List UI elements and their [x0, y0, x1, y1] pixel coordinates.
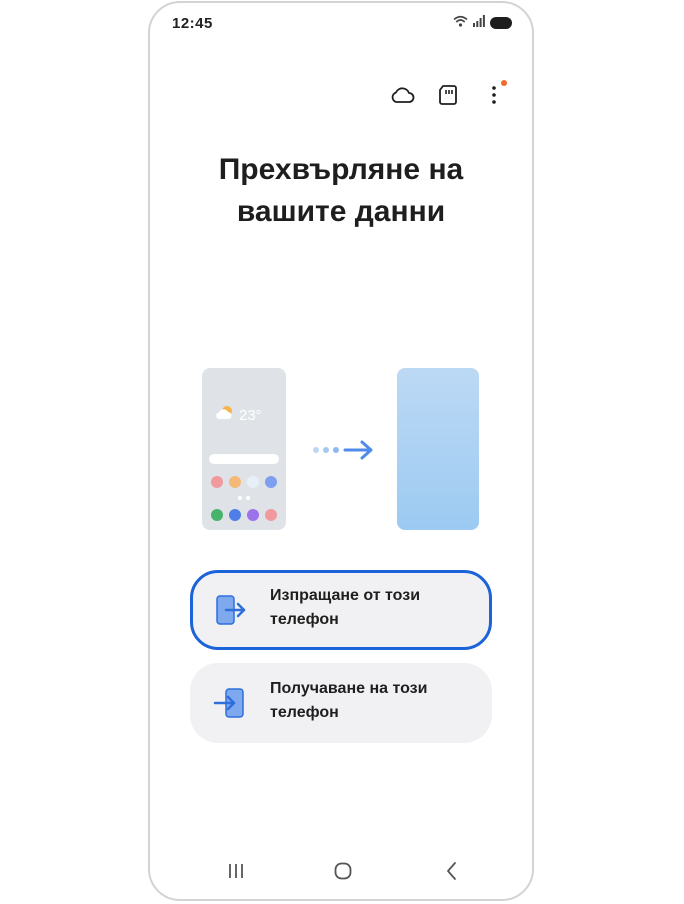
- app-icon: [211, 509, 223, 521]
- app-icon: [211, 476, 223, 488]
- receive-to-this-phone-label: Получаване на този телефон: [270, 680, 428, 721]
- weather-sun-cloud-icon: [216, 405, 236, 426]
- cloud-button[interactable]: [386, 81, 418, 113]
- page-title-line-1: Прехвърляне на: [218, 153, 464, 186]
- app-icon: [229, 476, 241, 488]
- page-indicator-dot: [238, 496, 242, 500]
- recent-apps-icon: [227, 862, 245, 885]
- back-button[interactable]: [440, 861, 464, 886]
- notification-dot: [501, 80, 507, 86]
- phone-screen: 12:45 Прехвърляне на вашите данни 23° Из…: [148, 1, 534, 901]
- app-icon: [229, 509, 241, 521]
- home-icon: [333, 861, 353, 886]
- weather-widget: 23°: [216, 405, 262, 426]
- receive-to-this-phone-button[interactable]: Получаване на този телефон: [190, 663, 492, 743]
- app-icon: [247, 476, 259, 488]
- app-icon: [265, 509, 277, 521]
- sd-card-button[interactable]: [432, 81, 464, 113]
- app-icon: [247, 509, 259, 521]
- more-options-icon: [491, 85, 497, 110]
- sd-card-icon: [438, 84, 458, 111]
- recent-apps-button[interactable]: [224, 863, 248, 883]
- old-phone-illustration: 23°: [202, 368, 286, 530]
- status-bar: 12:45: [150, 3, 532, 47]
- toolbar: [386, 80, 510, 113]
- weather-temperature: 23°: [239, 407, 262, 424]
- page-title-line-2: вашите данни: [236, 195, 446, 228]
- new-phone-illustration: [397, 368, 479, 530]
- wifi-icon: [453, 14, 468, 32]
- transfer-arrow-icon: [312, 438, 376, 467]
- search-bar-placeholder: [209, 454, 279, 464]
- status-time: 12:45: [172, 15, 213, 32]
- home-button[interactable]: [331, 861, 355, 886]
- back-icon: [444, 861, 460, 886]
- transfer-illustration: 23°: [150, 368, 532, 533]
- page-indicator-dot: [246, 496, 250, 500]
- app-icon: [265, 476, 277, 488]
- status-icons: [453, 15, 512, 31]
- navigation-bar: [150, 849, 532, 899]
- page-title: Прехвърляне на вашите данни: [150, 149, 532, 233]
- more-options-button[interactable]: [478, 80, 510, 113]
- send-from-this-phone-button[interactable]: Изпращане от този телефон: [190, 570, 492, 650]
- send-from-phone-icon: [212, 592, 248, 628]
- cloud-icon: [389, 85, 415, 110]
- battery-icon: [490, 17, 512, 29]
- signal-icon: [473, 14, 485, 32]
- receive-to-phone-icon: [212, 685, 248, 721]
- send-from-this-phone-label: Изпращане от този телефон: [270, 587, 421, 628]
